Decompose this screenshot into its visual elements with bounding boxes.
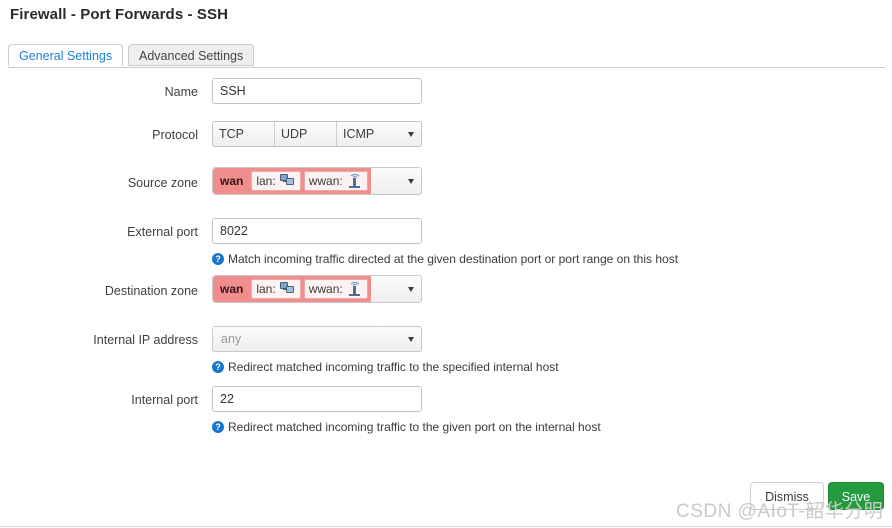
form-row-internal-port: Internal port ? Redirect matched incomin… [0, 378, 892, 438]
wireless-antenna-icon [347, 282, 363, 296]
internal-port-input[interactable] [212, 386, 422, 412]
protocol-label: Protocol [152, 128, 198, 142]
internal-ip-select[interactable]: any [212, 326, 422, 352]
tab-advanced-settings[interactable]: Advanced Settings [128, 44, 255, 66]
source-zone-select[interactable]: wan lan: wwan: [212, 167, 422, 195]
protocol-option-tcp[interactable]: TCP [213, 122, 275, 146]
form-footer: Dismiss Save [0, 482, 892, 528]
destination-zone-select[interactable]: wan lan: wwan: [212, 275, 422, 303]
internal-ip-help-text: Redirect matched incoming traffic to the… [228, 360, 559, 374]
destination-zone-option-lan[interactable]: lan: [251, 279, 301, 299]
internal-port-label: Internal port [131, 393, 198, 407]
internal-port-help-text: Redirect matched incoming traffic to the… [228, 420, 601, 434]
internal-ip-label: Internal IP address [93, 333, 198, 347]
external-port-help: ? Match incoming traffic directed at the… [212, 252, 678, 266]
form-row-internal-ip: Internal IP address any ? Redirect match… [0, 318, 892, 378]
source-zone-option-lan[interactable]: lan: [251, 171, 301, 191]
protocol-option-icmp[interactable]: ICMP [337, 122, 399, 146]
protocol-multiselect[interactable]: TCP UDP ICMP [212, 121, 422, 147]
external-port-label: External port [127, 225, 198, 239]
source-zone-label: Source zone [127, 176, 198, 190]
lan-network-icon [279, 174, 296, 188]
chevron-down-icon[interactable] [408, 132, 414, 137]
footer-divider [0, 526, 892, 527]
external-port-field-wrap [212, 218, 422, 244]
internal-port-field-wrap [212, 386, 422, 412]
firewall-port-forward-page: Firewall - Port Forwards - SSH General S… [0, 0, 892, 528]
general-settings-form: Name Protocol TCP UDP ICMP Sourc [0, 78, 892, 438]
destination-zone-field-wrap: wan lan: wwan: [212, 275, 422, 303]
form-row-external-port: External port ? Match incoming traffic d… [0, 210, 892, 270]
destination-zone-option-lan-label: lan: [256, 282, 276, 296]
form-row-destination-zone: Destination zone wan lan: wwan: [0, 270, 892, 318]
save-button[interactable]: Save [828, 482, 884, 510]
name-label: Name [164, 85, 198, 99]
lan-network-icon [279, 282, 296, 296]
help-question-icon: ? [212, 421, 224, 433]
name-field-wrap [212, 78, 422, 104]
name-input[interactable] [212, 78, 422, 104]
source-zone-tag-group: wan lan: wwan: [213, 168, 371, 194]
source-zone-option-wwan-label: wwan: [308, 174, 343, 188]
chevron-down-icon[interactable] [408, 287, 414, 292]
internal-ip-help: ? Redirect matched incoming traffic to t… [212, 360, 559, 374]
tab-bar: General Settings Advanced Settings [0, 44, 892, 68]
destination-zone-tag-group: wan lan: wwan: [213, 276, 371, 302]
protocol-option-list: TCP UDP ICMP [213, 122, 399, 146]
help-question-icon: ? [212, 361, 224, 373]
internal-ip-value: any [221, 332, 242, 346]
external-port-help-text: Match incoming traffic directed at the g… [228, 252, 679, 266]
form-row-source-zone: Source zone wan lan: wwan: [0, 162, 892, 210]
destination-zone-label: Destination zone [104, 284, 198, 298]
wireless-antenna-icon [347, 174, 363, 188]
chevron-down-icon[interactable] [408, 179, 414, 184]
internal-ip-field-wrap: any [212, 326, 422, 352]
source-zone-selected-wan[interactable]: wan [215, 171, 248, 191]
source-zone-field-wrap: wan lan: wwan: [212, 167, 422, 195]
internal-port-help: ? Redirect matched incoming traffic to t… [212, 420, 601, 434]
destination-zone-option-wwan[interactable]: wwan: [303, 279, 368, 299]
destination-zone-selected-wan[interactable]: wan [215, 279, 248, 299]
tab-bar-divider [8, 67, 885, 68]
source-zone-option-wwan[interactable]: wwan: [303, 171, 368, 191]
form-row-protocol: Protocol TCP UDP ICMP [0, 114, 892, 162]
help-question-icon: ? [212, 253, 224, 265]
source-zone-option-lan-label: lan: [256, 174, 276, 188]
page-title: Firewall - Port Forwards - SSH [10, 6, 229, 23]
protocol-field-wrap: TCP UDP ICMP [212, 121, 422, 147]
form-row-name: Name [0, 78, 892, 114]
destination-zone-option-wwan-label: wwan: [308, 282, 343, 296]
dismiss-button[interactable]: Dismiss [750, 482, 824, 510]
protocol-option-udp[interactable]: UDP [275, 122, 337, 146]
external-port-input[interactable] [212, 218, 422, 244]
chevron-down-icon[interactable] [408, 337, 414, 342]
tab-general-settings[interactable]: General Settings [8, 44, 124, 66]
